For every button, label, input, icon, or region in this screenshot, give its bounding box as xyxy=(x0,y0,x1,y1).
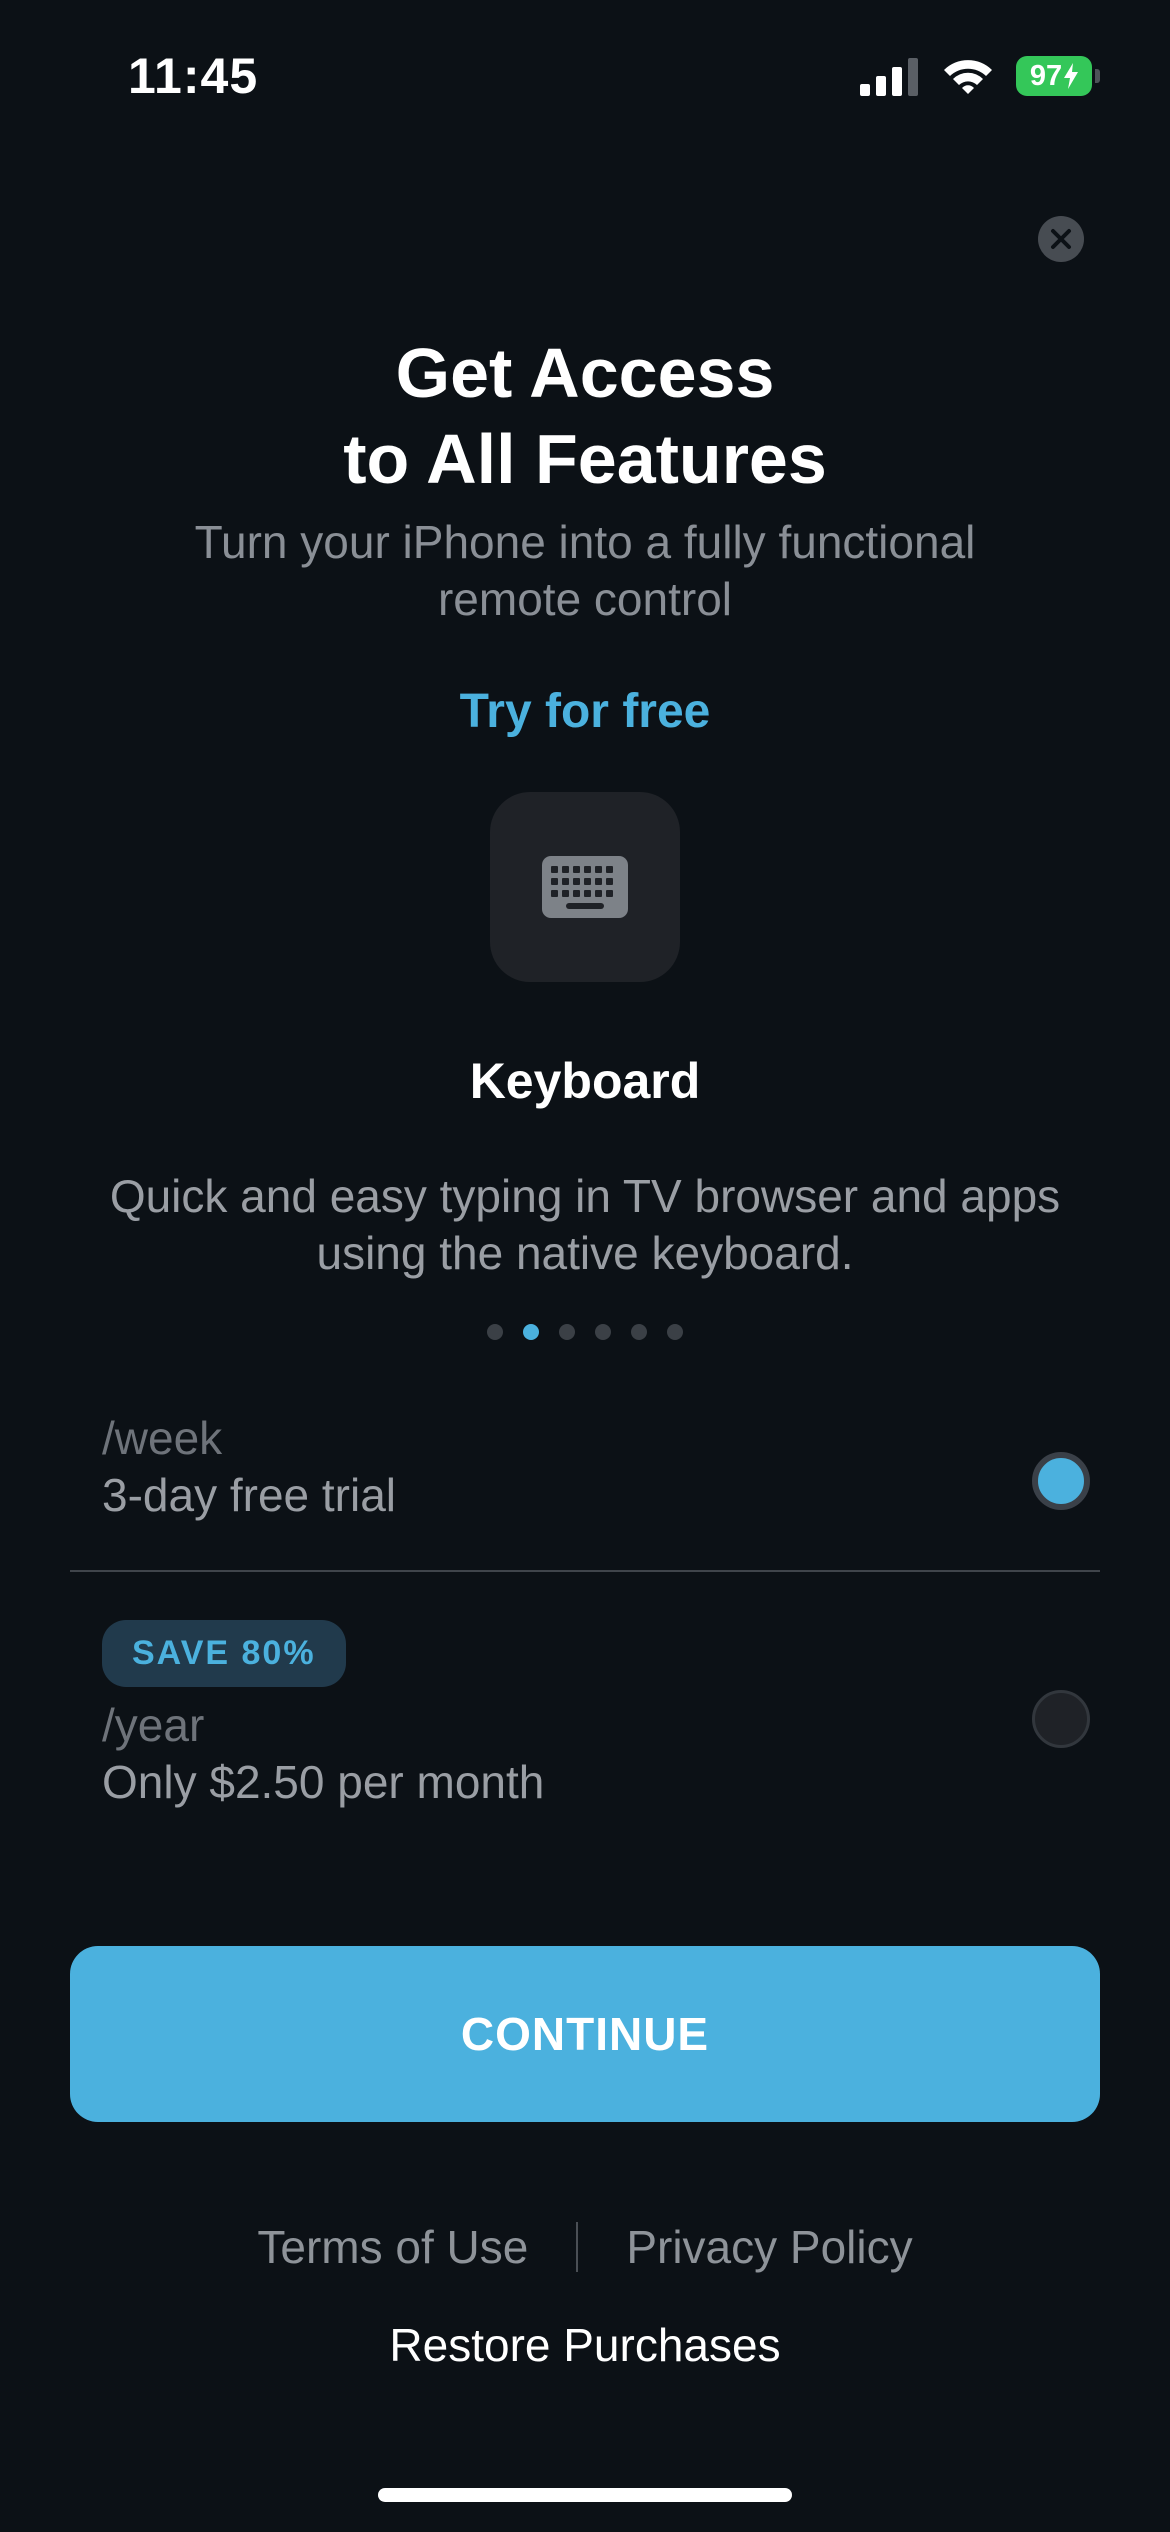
plan-option-yearly[interactable]: SAVE 80% /year Only $2.50 per month xyxy=(70,1620,1100,1830)
page-indicator[interactable] xyxy=(0,1324,1170,1340)
feature-title: Keyboard xyxy=(469,1053,701,1109)
privacy-policy-link[interactable]: Privacy Policy xyxy=(626,2220,912,2274)
page-dot-active[interactable] xyxy=(523,1324,539,1340)
plan-radio-unselected[interactable] xyxy=(1032,1690,1090,1748)
home-indicator xyxy=(378,2488,792,2502)
plan-detail: 3-day free trial xyxy=(102,1469,397,1521)
subtitle: Turn your iPhone into a fully functional… xyxy=(194,516,976,625)
battery-level: 97 xyxy=(1029,59,1063,92)
title-line-2: to All Features xyxy=(343,420,827,498)
feature-description: Quick and easy typing in TV browser and … xyxy=(109,1170,1061,1279)
save-badge: SAVE 80% xyxy=(102,1620,346,1687)
legal-links: Terms of Use Privacy Policy xyxy=(0,2220,1170,2274)
close-button[interactable] xyxy=(1038,216,1084,262)
battery-indicator: 97 xyxy=(1016,56,1100,96)
page-dot[interactable] xyxy=(595,1324,611,1340)
restore-purchases-link[interactable]: Restore Purchases xyxy=(0,2318,1170,2372)
title-line-1: Get Access xyxy=(395,334,775,412)
continue-button[interactable]: CONTINUE xyxy=(70,1946,1100,2122)
page-dot[interactable] xyxy=(487,1324,503,1340)
page-dot[interactable] xyxy=(667,1324,683,1340)
plan-divider xyxy=(70,1570,1100,1572)
terms-of-use-link[interactable]: Terms of Use xyxy=(257,2220,528,2274)
plan-period: /year xyxy=(102,1699,205,1751)
link-separator xyxy=(576,2222,579,2272)
page-dot[interactable] xyxy=(559,1324,575,1340)
plan-period: /week xyxy=(102,1412,223,1464)
wifi-icon xyxy=(944,60,992,94)
page-dot[interactable] xyxy=(631,1324,647,1340)
close-icon xyxy=(1051,229,1071,249)
status-icons: 97 xyxy=(860,54,1100,98)
cellular-signal-icon xyxy=(860,58,918,96)
keyboard-icon xyxy=(542,856,628,918)
status-time: 11:45 xyxy=(128,48,259,104)
try-for-free-label: Try for free xyxy=(459,685,711,738)
plan-option-weekly[interactable]: /week 3-day free trial xyxy=(70,1410,1100,1570)
page-title: Get Access to All Features xyxy=(0,330,1170,502)
charging-bolt-icon xyxy=(1064,63,1079,89)
feature-icon-tile xyxy=(490,792,680,982)
plan-detail: Only $2.50 per month xyxy=(102,1756,545,1808)
plan-radio-selected[interactable] xyxy=(1032,1452,1090,1510)
